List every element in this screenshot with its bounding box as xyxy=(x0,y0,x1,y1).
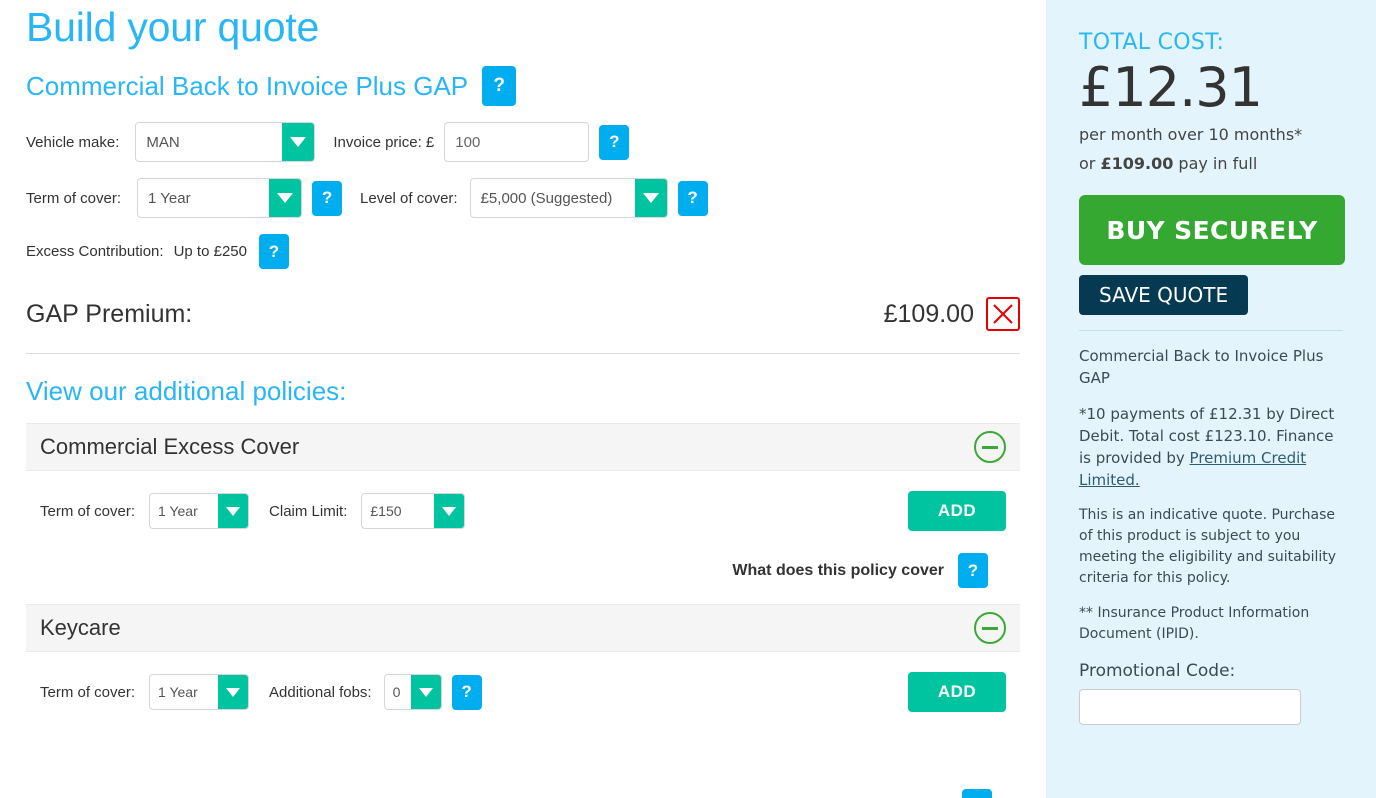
policy-name: Commercial Excess Cover xyxy=(40,434,300,459)
additional-policies-title: View our additional policies: xyxy=(26,376,347,406)
total-cost-label: TOTAL COST: xyxy=(1079,30,1225,55)
gap-premium-value: £109.00 xyxy=(883,299,974,328)
page-title: Build your quote xyxy=(26,4,320,50)
chevron-down-icon xyxy=(634,179,667,217)
total-cost-amount: £12.31 xyxy=(1079,56,1263,119)
vehicle-make-label: Vehicle make: xyxy=(26,133,120,151)
term-of-cover-value: 1 Year xyxy=(148,189,191,207)
policy-cover-help-icon[interactable]: ? xyxy=(958,553,988,588)
level-of-cover-label: Level of cover: xyxy=(360,189,458,207)
policy-controls: Term of cover: 1 Year Additional fobs: 0… xyxy=(40,672,1006,712)
buy-securely-button[interactable]: BUY SECURELY xyxy=(1079,195,1345,265)
minus-circle-icon[interactable] xyxy=(974,612,1006,644)
policy-cover-help-icon-partial[interactable] xyxy=(962,789,992,798)
policy-body: Term of cover: 1 Year Claim Limit: £150 … xyxy=(26,491,1020,588)
form-row-excess: Excess Contribution: Up to £250 ? xyxy=(26,234,1020,269)
vehicle-make-value: MAN xyxy=(146,133,180,151)
invoice-price-label: Invoice price: £ xyxy=(333,133,435,151)
level-of-cover-select[interactable]: £5,000 (Suggested) xyxy=(469,178,668,218)
term-of-cover-help-icon[interactable]: ? xyxy=(312,180,343,216)
excess-contribution-help-icon[interactable]: ? xyxy=(258,234,289,269)
product-help-icon[interactable]: ? xyxy=(482,66,517,106)
add-policy-button[interactable]: ADD xyxy=(908,672,1006,712)
product-heading-row: Commercial Back to Invoice Plus GAP ? xyxy=(26,66,1020,106)
quote-builder-page: Build your quote Commercial Back to Invo… xyxy=(0,0,1376,798)
policy-fobs-value: 0 xyxy=(392,684,401,700)
add-policy-button[interactable]: ADD xyxy=(908,491,1006,531)
gap-premium-label: GAP Premium: xyxy=(26,299,193,328)
product-title: Commercial Back to Invoice Plus GAP xyxy=(26,71,469,101)
policy-cover-info-row: What does this policy cover ? xyxy=(40,553,1006,588)
quote-summary-sidebar: TOTAL COST: £12.31 per month over 10 mon… xyxy=(1046,0,1376,798)
policy-term-value: 1 Year xyxy=(158,503,198,519)
sidebar-divider xyxy=(1079,330,1343,331)
divider xyxy=(26,353,1020,354)
policy-keycare: Keycare Term of cover: 1 Year Additional… xyxy=(26,604,1020,712)
invoice-price-input[interactable] xyxy=(444,122,590,162)
chevron-down-icon xyxy=(282,123,315,161)
minus-circle-icon[interactable] xyxy=(974,431,1006,463)
form-row-vehicle: Vehicle make: MAN Invoice price: £ ? xyxy=(26,122,1020,162)
policy-cover-text: What does this policy cover xyxy=(732,561,944,579)
chevron-down-icon xyxy=(410,675,441,709)
close-cross-icon[interactable] xyxy=(986,297,1020,331)
policy-fobs-help-icon[interactable]: ? xyxy=(451,674,482,710)
chevron-down-icon xyxy=(269,179,302,217)
sidebar-ipid-text: ** Insurance Product Information Documen… xyxy=(1079,605,1310,642)
form-row-cover: Term of cover: 1 Year ? Level of cover: … xyxy=(26,178,1020,218)
policy-name: Keycare xyxy=(40,615,121,640)
gap-premium-row: GAP Premium: £109.00 xyxy=(26,297,1020,331)
promotional-code-label: Promotional Code: xyxy=(1079,661,1236,681)
excess-contribution-label: Excess Contribution: xyxy=(26,243,164,260)
pay-in-full-suffix: pay in full xyxy=(1173,154,1258,173)
save-quote-button[interactable]: SAVE QUOTE xyxy=(1079,275,1249,315)
policy-claim-limit-value: £150 xyxy=(370,503,402,519)
invoice-price-help-icon[interactable]: ? xyxy=(599,124,630,160)
chevron-down-icon xyxy=(218,494,249,528)
main-content: Build your quote Commercial Back to Invo… xyxy=(0,0,1046,798)
policy-fobs-label: Additional fobs: xyxy=(269,683,372,701)
sidebar-product-name: Commercial Back to Invoice Plus GAP xyxy=(1079,347,1324,387)
policy-claim-limit-label: Claim Limit: xyxy=(269,502,348,520)
policy-fobs-select[interactable]: 0 xyxy=(383,674,442,710)
policy-term-value: 1 Year xyxy=(158,684,198,700)
policy-claim-limit-select[interactable]: £150 xyxy=(361,493,466,529)
policy-term-label: Term of cover: xyxy=(40,683,136,701)
term-of-cover-select[interactable]: 1 Year xyxy=(137,178,303,218)
policy-commercial-excess-cover: Commercial Excess Cover Term of cover: 1… xyxy=(26,423,1020,588)
chevron-down-icon xyxy=(434,494,465,528)
promotional-code-input[interactable] xyxy=(1079,689,1301,725)
policy-term-label: Term of cover: xyxy=(40,502,136,520)
pay-in-full-amount: £109.00 xyxy=(1100,154,1174,173)
sidebar-indicative-text: This is an indicative quote. Purchase of… xyxy=(1079,507,1337,586)
chevron-down-icon xyxy=(218,675,249,709)
pay-in-full-text: or £109.00 pay in full xyxy=(1079,150,1343,177)
policy-header[interactable]: Keycare xyxy=(26,604,1020,652)
term-of-cover-label: Term of cover: xyxy=(26,189,122,207)
sidebar-finance-text: *10 payments of £12.31 by Direct Debit. … xyxy=(1079,403,1343,491)
level-of-cover-value: £5,000 (Suggested) xyxy=(480,189,613,207)
excess-contribution-value: Up to £250 xyxy=(173,243,247,260)
level-of-cover-help-icon[interactable]: ? xyxy=(677,180,708,216)
per-month-text: per month over 10 months* xyxy=(1079,125,1303,144)
policy-controls: Term of cover: 1 Year Claim Limit: £150 … xyxy=(40,491,1006,531)
policy-header[interactable]: Commercial Excess Cover xyxy=(26,423,1020,471)
policy-body: Term of cover: 1 Year Additional fobs: 0… xyxy=(26,672,1020,712)
vehicle-make-select[interactable]: MAN xyxy=(135,122,316,162)
policy-term-select[interactable]: 1 Year xyxy=(149,493,250,529)
policy-term-select[interactable]: 1 Year xyxy=(149,674,250,710)
pay-in-full-prefix: or xyxy=(1079,154,1101,173)
